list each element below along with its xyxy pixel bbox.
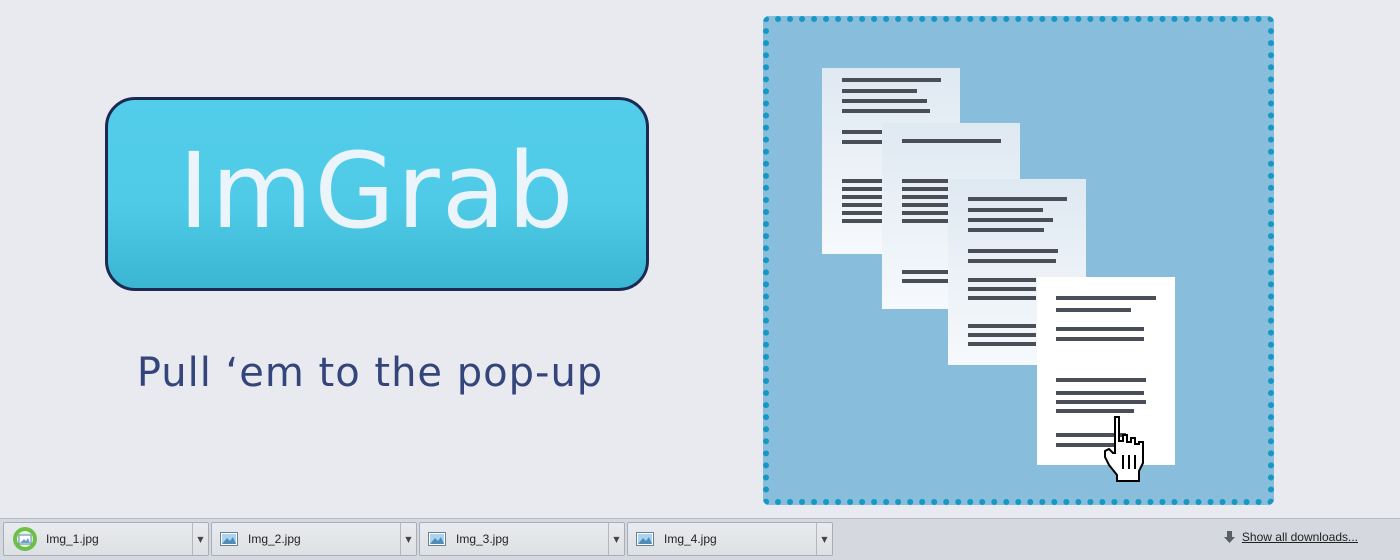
chevron-down-icon[interactable]: ▼ <box>817 523 832 555</box>
download-item-open[interactable]: Img_2.jpg <box>212 523 401 555</box>
logo-text: ImGrab <box>178 130 576 252</box>
progress-image-icon <box>13 527 37 551</box>
image-file-icon <box>220 532 238 546</box>
download-item-filename: Img_1.jpg <box>46 532 99 546</box>
show-all-downloads-link[interactable]: Show all downloads... <box>1242 530 1358 544</box>
download-item[interactable]: Img_4.jpg ▼ <box>627 522 833 556</box>
download-item[interactable]: Img_1.jpg ▼ <box>3 522 209 556</box>
popup-dropzone-illustration <box>763 16 1274 505</box>
download-item[interactable]: Img_3.jpg ▼ <box>419 522 625 556</box>
image-file-icon <box>636 532 654 546</box>
documents-drag-icon <box>822 68 1175 482</box>
promo-canvas: ImGrab Pull ‘em to the pop-up <box>0 0 1400 518</box>
download-item-open[interactable]: Img_1.jpg <box>4 523 193 555</box>
document-page-4 <box>1037 277 1175 465</box>
chevron-down-icon[interactable]: ▼ <box>609 523 624 555</box>
tagline: Pull ‘em to the pop-up <box>136 350 604 396</box>
download-item-filename: Img_4.jpg <box>664 532 717 546</box>
download-item-filename: Img_2.jpg <box>248 532 301 546</box>
chevron-down-icon[interactable]: ▼ <box>401 523 416 555</box>
image-file-icon <box>428 532 446 546</box>
download-shelf: Img_1.jpg ▼ Img_2.jpg ▼ Img_3.jpg ▼ Img_… <box>0 518 1400 560</box>
show-all-downloads[interactable]: Show all downloads... <box>1223 530 1358 544</box>
imgrab-logo: ImGrab <box>105 97 649 291</box>
download-item-open[interactable]: Img_4.jpg <box>628 523 817 555</box>
chevron-down-icon[interactable]: ▼ <box>193 523 208 555</box>
download-item-open[interactable]: Img_3.jpg <box>420 523 609 555</box>
download-arrow-icon <box>1223 530 1235 543</box>
download-item[interactable]: Img_2.jpg ▼ <box>211 522 417 556</box>
download-item-filename: Img_3.jpg <box>456 532 509 546</box>
